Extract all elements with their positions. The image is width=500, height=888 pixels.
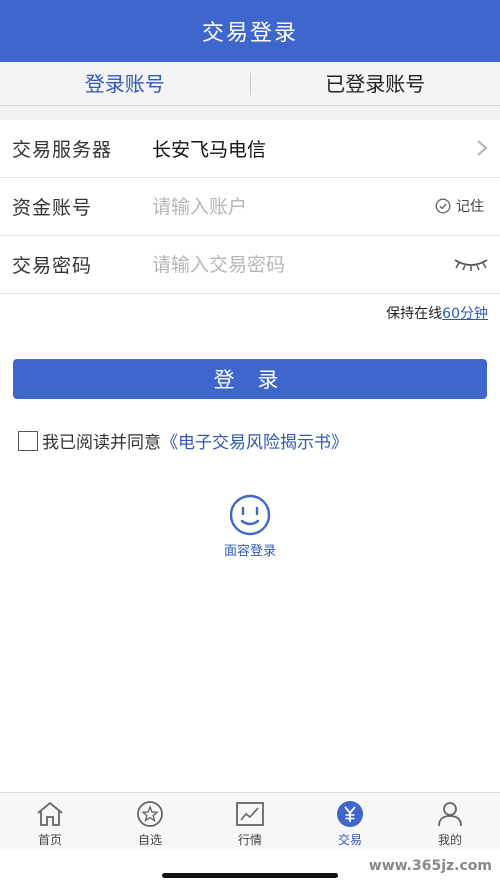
server-label: 交易服务器 [12,139,113,161]
tabbar-watchlist-label: 自选 [137,833,162,847]
server-value: 长安飞马电信 [152,139,267,161]
tabbar-market[interactable]: 行情 [200,793,300,850]
face-id-icon [229,494,271,536]
remember-label: 记住 [456,199,484,215]
agreement-checkbox[interactable] [18,430,38,451]
login-form: 交易服务器 长安飞马电信 资金账号 记住 交易密码 [0,120,500,294]
online-duration-link[interactable]: 60分钟 [442,306,488,322]
check-circle-icon [435,198,451,214]
account-row: 资金账号 记住 [0,178,500,236]
tabbar-home-label: 首页 [37,833,62,847]
tabbar-trade-label: 交易 [337,833,362,847]
section-gap [0,106,500,120]
password-row: 交易密码 [0,236,500,294]
stay-online: 保持在线60分钟 [386,303,488,323]
top-bar: 交易登录 [0,0,500,62]
remember-toggle[interactable]: 记住 [435,196,484,216]
agreement: 我已阅读并同意 《电子交易风险揭示书》 [18,428,348,453]
password-input[interactable] [152,253,412,276]
server-row[interactable]: 交易服务器 长安飞马电信 [0,120,500,178]
stay-online-label: 保持在线 [386,306,443,322]
tabbar-me[interactable]: 我的 [400,793,500,850]
chevron-right-icon [477,140,488,156]
watermark: www.365jz.com [368,858,492,874]
tabbar-me-label: 我的 [437,833,462,847]
page-title: 交易登录 [201,21,298,46]
login-button[interactable]: 登 录 [13,359,487,399]
eye-closed-icon[interactable] [452,256,490,272]
yen-icon [337,801,363,827]
face-login-button[interactable]: 面容登录 [218,494,282,559]
password-label: 交易密码 [12,255,93,277]
risk-disclosure-link[interactable]: 《电子交易风险揭示书》 [161,428,348,453]
agreement-text: 我已阅读并同意 [42,433,161,453]
bottom-tab-bar: 首页 自选 行情 交易 我的 [0,792,500,850]
home-indicator [162,873,338,878]
account-label: 资金账号 [12,197,93,219]
person-icon [438,802,462,827]
tab-logged-in-accounts[interactable]: 已登录账号 [251,62,500,106]
home-icon [37,801,63,826]
tabbar-home[interactable]: 首页 [0,793,100,850]
tabbar-trade[interactable]: 交易 [300,793,400,850]
tabbar-market-label: 行情 [237,833,262,847]
face-login-label: 面容登录 [223,544,276,559]
tab-login-account[interactable]: 登录账号 [0,62,250,106]
account-tabs: 登录账号 已登录账号 [0,62,500,106]
star-icon [137,801,163,827]
account-input[interactable] [152,195,412,218]
tabbar-watchlist[interactable]: 自选 [100,793,200,850]
chart-icon [236,802,264,826]
